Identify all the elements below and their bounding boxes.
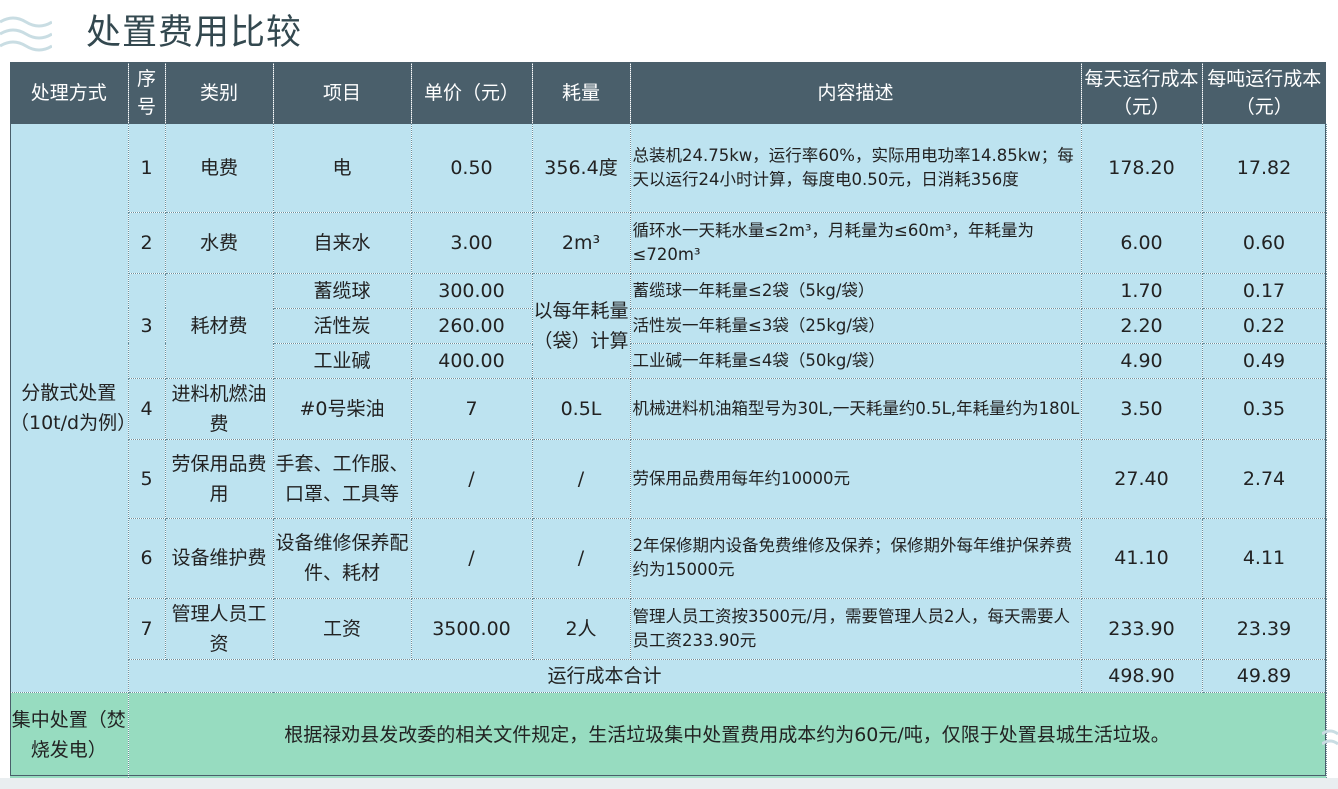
row-daily-cost: 6.00 bbox=[1081, 212, 1203, 274]
row-price: / bbox=[411, 439, 533, 519]
row-per-ton-cost: 0.60 bbox=[1202, 212, 1327, 274]
header-row: 处理方式 序号 类别 项目 单价（元） 耗量 内容描述 每天运行成本（元） 每吨… bbox=[10, 62, 1326, 124]
row-category: 耗材费 bbox=[165, 273, 274, 379]
row-no: 2 bbox=[128, 212, 166, 274]
row-no: 3 bbox=[128, 273, 166, 379]
row-desc: 活性炭一年耗量≤3袋（25kg/袋） bbox=[630, 308, 1082, 344]
row-price: 7 bbox=[411, 378, 533, 440]
cost-comparison-table: 处理方式 序号 类别 项目 单价（元） 耗量 内容描述 每天运行成本（元） 每吨… bbox=[10, 62, 1327, 778]
row-item: 活性炭 bbox=[273, 308, 412, 344]
row-per-ton-cost: 4.11 bbox=[1202, 518, 1327, 599]
row-daily-cost: 1.70 bbox=[1081, 273, 1203, 309]
row-usage: / bbox=[532, 439, 631, 519]
total-label: 运行成本合计 bbox=[128, 659, 1082, 693]
row-usage: 2人 bbox=[532, 598, 631, 660]
row-per-ton-cost: 0.17 bbox=[1202, 273, 1327, 309]
row-price: 0.50 bbox=[411, 124, 533, 213]
row-per-ton-cost: 23.39 bbox=[1202, 598, 1327, 660]
row-category: 水费 bbox=[165, 212, 274, 274]
wave-decoration-icon bbox=[1322, 729, 1338, 746]
row-desc: 工业碱一年耗量≤4袋（50kg/袋） bbox=[630, 343, 1082, 379]
row-daily-cost: 41.10 bbox=[1081, 518, 1203, 599]
header-desc: 内容描述 bbox=[630, 62, 1082, 124]
bottom-strip bbox=[0, 778, 1338, 789]
row-no: 6 bbox=[128, 518, 166, 599]
central-note: 根据禄劝县发改委的相关文件规定，生活垃圾集中处置费用成本约为60元/吨，仅限于处… bbox=[128, 692, 1327, 778]
row-price: 3500.00 bbox=[411, 598, 533, 660]
row-usage: 以每年耗量（袋）计算 bbox=[532, 273, 631, 379]
row-daily-cost: 233.90 bbox=[1081, 598, 1203, 660]
header-method: 处理方式 bbox=[10, 62, 129, 124]
table-row: 6 设备维护费 设备维修保养配件、耗材 / / 2年保修期内设备免费维修及保养；… bbox=[10, 518, 1327, 599]
row-category: 进料机燃油费 bbox=[165, 378, 274, 440]
row-usage: / bbox=[532, 518, 631, 599]
row-no: 5 bbox=[128, 439, 166, 519]
row-usage: 2m³ bbox=[532, 212, 631, 274]
title-bar: 处置费用比较 bbox=[0, 0, 1338, 62]
row-price: 3.00 bbox=[411, 212, 533, 274]
row-desc: 劳保用品费用每年约10000元 bbox=[630, 439, 1082, 519]
header-item: 项目 bbox=[273, 62, 412, 124]
row-daily-cost: 2.20 bbox=[1081, 308, 1203, 344]
row-price: 260.00 bbox=[411, 308, 533, 344]
row-desc: 管理人员工资按3500元/月，需要管理人员2人，每天需要人员工资233.90元 bbox=[630, 598, 1082, 660]
row-per-ton-cost: 2.74 bbox=[1202, 439, 1327, 519]
central-row: 集中处置（焚烧发电） 根据禄劝县发改委的相关文件规定，生活垃圾集中处置费用成本约… bbox=[10, 692, 1327, 778]
header-usage: 耗量 bbox=[532, 62, 631, 124]
central-method-cell: 集中处置（焚烧发电） bbox=[10, 692, 129, 778]
row-no: 4 bbox=[128, 378, 166, 440]
row-daily-cost: 3.50 bbox=[1081, 378, 1203, 440]
row-daily-cost: 27.40 bbox=[1081, 439, 1203, 519]
header-per-ton-cost: 每吨运行成本（元） bbox=[1202, 62, 1326, 124]
row-item: 工业碱 bbox=[273, 343, 412, 379]
row-category: 电费 bbox=[165, 124, 274, 213]
row-item: 电 bbox=[273, 124, 412, 213]
header-category: 类别 bbox=[165, 62, 274, 124]
row-desc: 蓄缆球一年耗量≤2袋（5kg/袋） bbox=[630, 273, 1082, 309]
row-per-ton-cost: 17.82 bbox=[1202, 124, 1327, 213]
row-daily-cost: 178.20 bbox=[1081, 124, 1203, 213]
row-desc: 2年保修期内设备免费维修及保养；保修期外每年维护保养费约为15000元 bbox=[630, 518, 1082, 599]
row-category: 管理人员工资 bbox=[165, 598, 274, 660]
total-per-ton-cost: 49.89 bbox=[1202, 659, 1327, 693]
table-row: 2 水费 自来水 3.00 2m³ 循环水一天耗水量≤2m³，月耗量为≤60m³… bbox=[10, 212, 1327, 274]
row-item: 自来水 bbox=[273, 212, 412, 274]
row-item: 工资 bbox=[273, 598, 412, 660]
row-item: 设备维修保养配件、耗材 bbox=[273, 518, 412, 599]
row-no: 1 bbox=[128, 124, 166, 213]
table-row: 分散式处置（10t/d为例） 1 电费 电 0.50 356.4度 总装机24.… bbox=[10, 124, 1327, 693]
row-price: 400.00 bbox=[411, 343, 533, 379]
table-row: 7 管理人员工资 工资 3500.00 2人 管理人员工资按3500元/月，需要… bbox=[10, 598, 1327, 660]
row-category: 劳保用品费用 bbox=[165, 439, 274, 519]
row-per-ton-cost: 0.22 bbox=[1202, 308, 1327, 344]
table-row: 3 耗材费 蓄缆球 300.00 以每年耗量（袋）计算 蓄缆球一年耗量≤2袋（5… bbox=[10, 273, 1327, 379]
header-price: 单价（元） bbox=[411, 62, 533, 124]
header-daily-cost: 每天运行成本（元） bbox=[1081, 62, 1203, 124]
row-no: 7 bbox=[128, 598, 166, 660]
row-per-ton-cost: 0.35 bbox=[1202, 378, 1327, 440]
row-item: #0号柴油 bbox=[273, 378, 412, 440]
table-row: 4 进料机燃油费 #0号柴油 7 0.5L 机械进料机油箱型号为30L,一天耗量… bbox=[10, 378, 1327, 440]
row-item: 蓄缆球 bbox=[273, 273, 412, 309]
row-price: 300.00 bbox=[411, 273, 533, 309]
row-daily-cost: 4.90 bbox=[1081, 343, 1203, 379]
row-item: 手套、工作服、口罩、工具等 bbox=[273, 439, 412, 519]
row-desc: 循环水一天耗水量≤2m³，月耗量为≤60m³，年耗量为≤720m³ bbox=[630, 212, 1082, 274]
header-no: 序号 bbox=[128, 62, 166, 124]
dispersed-method-cell: 分散式处置（10t/d为例） bbox=[10, 124, 129, 693]
row-desc: 机械进料机油箱型号为30L,一天耗量约0.5L,年耗量约为180L bbox=[630, 378, 1082, 440]
row-category: 设备维护费 bbox=[165, 518, 274, 599]
row-per-ton-cost: 0.49 bbox=[1202, 343, 1327, 379]
row-usage: 356.4度 bbox=[532, 124, 631, 213]
total-daily-cost: 498.90 bbox=[1081, 659, 1203, 693]
total-row: 运行成本合计 498.90 49.89 bbox=[10, 659, 1327, 693]
wave-decoration-icon bbox=[0, 16, 52, 52]
row-usage: 0.5L bbox=[532, 378, 631, 440]
page-title: 处置费用比较 bbox=[86, 13, 303, 53]
row-desc: 总装机24.75kw，运行率60%，实际用电功率14.85kw；每天以运行24小… bbox=[630, 124, 1082, 213]
row-price: / bbox=[411, 518, 533, 599]
table-row: 5 劳保用品费用 手套、工作服、口罩、工具等 / / 劳保用品费用每年约1000… bbox=[10, 439, 1327, 519]
